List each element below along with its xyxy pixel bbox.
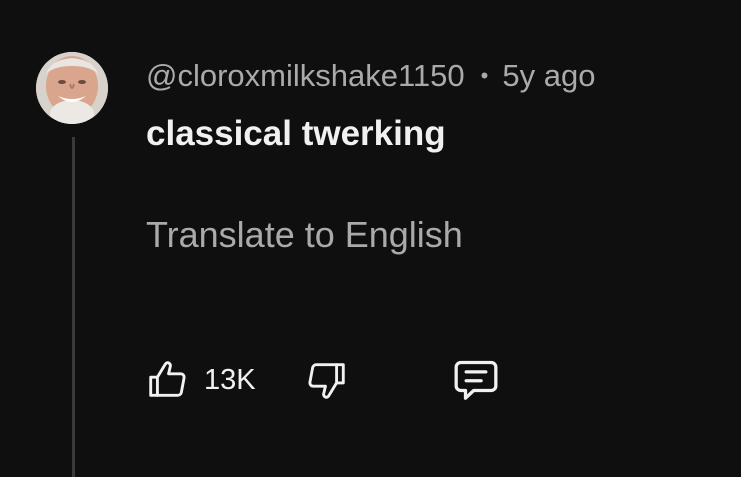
comment-text: classical twerking (146, 114, 446, 153)
thumbs-up-icon (144, 357, 190, 403)
translate-link[interactable]: Translate to English (146, 214, 463, 256)
like-button[interactable]: 13K (144, 357, 256, 403)
avatar-image (36, 52, 108, 124)
separator-dot: • (480, 63, 489, 88)
like-count: 13K (204, 363, 256, 396)
comment-header: @cloroxmilkshake1150 • 5y ago (146, 56, 595, 96)
dislike-button[interactable] (304, 357, 350, 403)
author-handle[interactable]: @cloroxmilkshake1150 (146, 58, 465, 94)
timestamp: 5y ago (502, 58, 596, 93)
comment-actions: 13K (144, 352, 504, 408)
avatar[interactable] (36, 52, 108, 124)
reply-button[interactable] (448, 352, 504, 408)
comment-reply-icon (448, 352, 504, 408)
thread-line (72, 137, 75, 477)
comment-thread: @cloroxmilkshake1150 • 5y ago classical … (0, 0, 741, 477)
thumbs-down-icon (304, 357, 350, 403)
